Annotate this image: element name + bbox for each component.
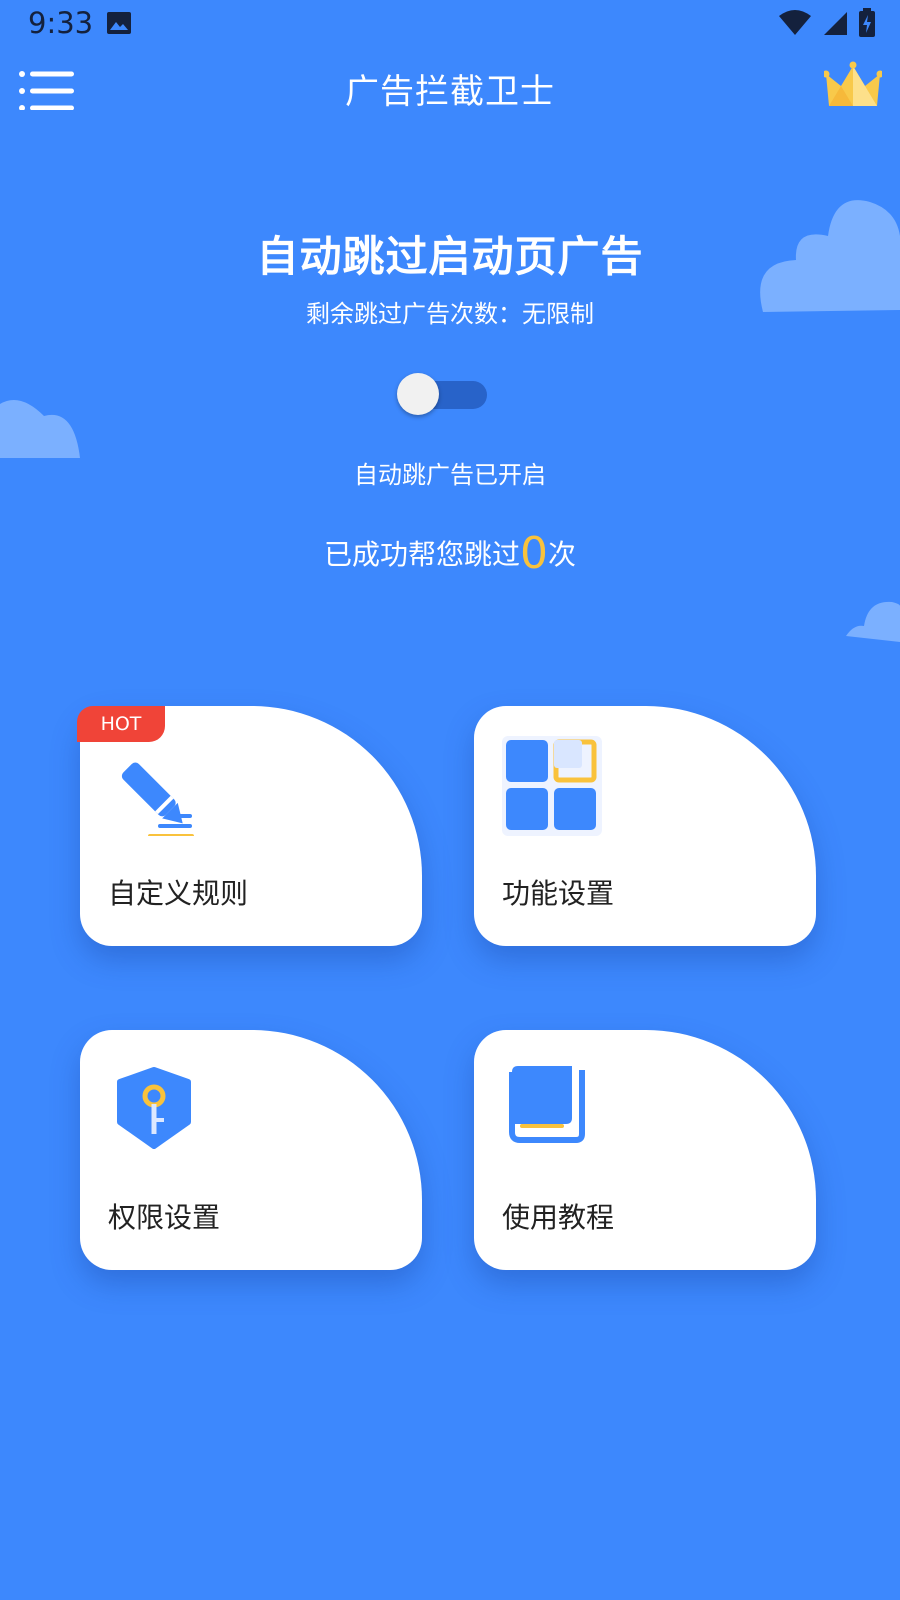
app-bar: 广告拦截卫士 <box>0 52 900 122</box>
skip-count-line: 已成功帮您跳过0次 <box>0 528 900 579</box>
auto-skip-toggle[interactable] <box>397 372 489 418</box>
toggle-knob <box>397 373 439 415</box>
function-settings-card[interactable]: 功能设置 <box>474 706 816 946</box>
skip-count-suffix: 次 <box>548 538 577 571</box>
tutorial-label: 使用教程 <box>502 1201 615 1234</box>
battery-charging-icon <box>859 8 875 37</box>
shield-key-icon <box>117 1067 191 1149</box>
status-time: 9:33 <box>28 6 94 40</box>
status-bar: 9:33 <box>0 0 900 50</box>
image-icon <box>107 12 131 34</box>
remaining-skips-label: 剩余跳过广告次数：无限制 <box>306 300 594 328</box>
pen-rules-icon <box>121 762 194 836</box>
feature-title: 自动跳过启动页广告 <box>256 232 644 281</box>
status-icons <box>778 8 876 38</box>
hot-badge: HOT <box>77 706 165 742</box>
skip-count-number: 0 <box>520 528 548 579</box>
main-screen: 9:33 广告拦截卫士 自动跳过启动页广告 剩余跳过广告次数：无限制 自动跳广告… <box>0 0 900 1600</box>
book-icon <box>509 1066 585 1143</box>
cloud-decoration <box>846 601 900 642</box>
tutorial-card[interactable]: 使用教程 <box>474 1030 816 1270</box>
custom-rules-card[interactable]: 自定义规则 <box>80 706 422 946</box>
grid-settings-icon <box>502 736 602 836</box>
function-settings-label: 功能设置 <box>502 877 615 910</box>
custom-rules-label: 自定义规则 <box>108 877 249 910</box>
wifi-icon <box>779 10 811 35</box>
app-title: 广告拦截卫士 <box>345 72 555 112</box>
permission-settings-label: 权限设置 <box>108 1201 221 1234</box>
skip-count-prefix: 已成功帮您跳过 <box>323 538 520 571</box>
toggle-status-text: 自动跳广告已开启 <box>354 461 546 489</box>
cloud-decoration <box>0 400 80 458</box>
permission-settings-card[interactable]: 权限设置 <box>80 1030 422 1270</box>
signal-icon <box>824 12 847 35</box>
crown-icon[interactable] <box>824 60 882 112</box>
